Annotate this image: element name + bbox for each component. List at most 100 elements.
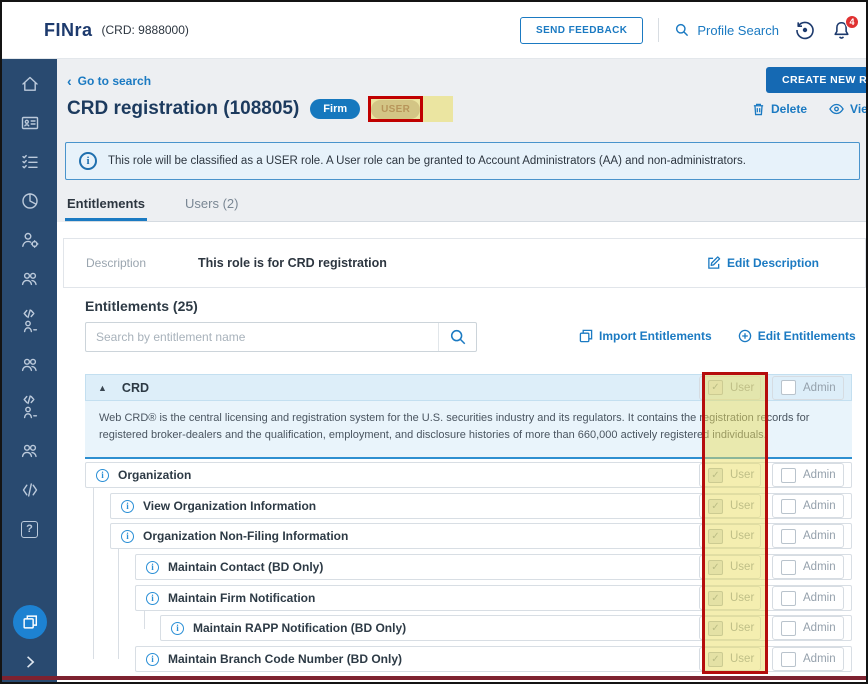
tab-users[interactable]: Users (2)	[183, 191, 240, 221]
user-checkbox-chip[interactable]: ✓ User	[699, 463, 761, 487]
admin-checkbox-chip[interactable]: Admin	[772, 463, 844, 487]
code-user-icon[interactable]	[19, 393, 41, 423]
user-checkbox-label: User	[730, 382, 754, 394]
entitlement-label: Organization	[118, 468, 191, 482]
chevron-left-icon: ‹	[67, 76, 72, 86]
banner-text: This role will be classified as a USER r…	[108, 155, 746, 167]
help-icon[interactable]: ?	[19, 518, 41, 540]
user-checkbox-chip[interactable]: ✓ User	[699, 555, 761, 579]
user-checkbox[interactable]: ✓	[708, 652, 723, 667]
sidebar-expand-chevron-icon[interactable]	[22, 654, 38, 670]
admin-checkbox-label: Admin	[803, 561, 836, 573]
admin-checkbox[interactable]	[781, 529, 796, 544]
user-checkbox-label: User	[730, 469, 754, 481]
admin-checkbox-label: Admin	[803, 382, 836, 394]
user-gear-icon[interactable]	[19, 229, 41, 251]
info-icon[interactable]: i	[146, 561, 159, 574]
info-icon[interactable]: i	[96, 469, 109, 482]
admin-checkbox[interactable]	[781, 468, 796, 483]
admin-checkbox[interactable]	[781, 499, 796, 514]
tab-entitlements[interactable]: Entitlements	[65, 191, 147, 221]
user-checkbox-chip[interactable]: ✓ User	[699, 376, 761, 400]
info-icon: i	[79, 152, 97, 170]
user-checkbox[interactable]: ✓	[708, 529, 723, 544]
user-checkbox-chip[interactable]: ✓ User	[699, 647, 761, 671]
app-window: FINra (CRD: 9888000) SEND FEEDBACK Profi…	[0, 0, 868, 684]
user-checkbox-label: User	[730, 530, 754, 542]
code-icon[interactable]	[19, 479, 41, 501]
user-checkbox[interactable]: ✓	[708, 621, 723, 636]
admin-checkbox-chip[interactable]: Admin	[772, 376, 844, 400]
import-entitlements-link[interactable]: Import Entitlements	[579, 329, 712, 343]
collapse-triangle-icon[interactable]: ▲	[98, 383, 107, 393]
code-user-icon[interactable]	[19, 307, 41, 337]
admin-checkbox[interactable]	[781, 621, 796, 636]
user-checkbox-chip[interactable]: ✓User	[699, 586, 761, 610]
info-icon[interactable]: i	[146, 592, 159, 605]
checklist-icon[interactable]	[19, 151, 41, 173]
users-icon[interactable]	[19, 440, 41, 462]
users-icon[interactable]	[19, 268, 41, 290]
crd-group-header[interactable]: ▲ CRD ✓ User Admin	[85, 374, 852, 401]
role-classification-banner: i This role will be classified as a USER…	[65, 142, 860, 180]
notification-count-badge: 4	[845, 15, 859, 29]
window-switcher-button[interactable]	[13, 605, 47, 639]
info-icon[interactable]: i	[121, 530, 134, 543]
entitlement-search-input[interactable]	[86, 323, 438, 351]
admin-checkbox-chip[interactable]: Admin	[772, 647, 844, 671]
user-checkbox[interactable]: ✓	[708, 380, 723, 395]
users-icon[interactable]	[19, 354, 41, 376]
tree-guide-line	[144, 611, 145, 629]
pie-chart-icon[interactable]	[19, 190, 41, 212]
left-nav-sidebar: ?	[2, 58, 57, 682]
admin-checkbox-chip[interactable]: Admin	[772, 586, 844, 610]
page-title: CRD registration (108805)	[67, 98, 299, 120]
user-checkbox[interactable]: ✓	[708, 468, 723, 483]
admin-checkbox-chip[interactable]: Admin	[772, 494, 844, 518]
user-checkbox-chip[interactable]: ✓ User	[699, 616, 761, 640]
view-assigned-accounts-link[interactable]: View Assigned Accounts	[829, 102, 866, 116]
entitlement-label: Maintain RAPP Notification (BD Only)	[193, 621, 406, 635]
sidebar-icon-list: ?	[2, 58, 57, 540]
entitlement-row: i Maintain Firm Notification ✓User Admin	[135, 585, 852, 611]
admin-checkbox-chip[interactable]: Admin	[772, 524, 844, 548]
user-checkbox-label: User	[730, 622, 754, 634]
user-checkbox-label: User	[730, 653, 754, 665]
group-description: Web CRD® is the central licensing and re…	[85, 401, 852, 459]
info-icon[interactable]: i	[121, 500, 134, 513]
group-name: CRD	[122, 381, 149, 395]
user-checkbox-label: User	[730, 561, 754, 573]
send-feedback-button[interactable]: SEND FEEDBACK	[520, 17, 643, 44]
user-badge-annotation-highlight: USER	[371, 99, 420, 119]
user-checkbox[interactable]: ✓	[708, 591, 723, 606]
user-checkbox[interactable]: ✓	[708, 499, 723, 514]
search-submit-button[interactable]	[438, 323, 476, 351]
admin-checkbox[interactable]	[781, 380, 796, 395]
tree-guide-line	[93, 488, 94, 659]
notifications-bell[interactable]: 4	[831, 20, 852, 41]
user-checkbox[interactable]: ✓	[708, 560, 723, 575]
admin-checkbox-chip[interactable]: Admin	[772, 555, 844, 579]
user-checkbox-chip[interactable]: ✓User	[699, 494, 761, 518]
admin-checkbox-label: Admin	[803, 469, 836, 481]
info-icon[interactable]: i	[146, 653, 159, 666]
admin-checkbox[interactable]	[781, 560, 796, 575]
admin-checkbox[interactable]	[781, 591, 796, 606]
home-icon[interactable]	[19, 73, 41, 95]
user-checkbox-chip[interactable]: ✓ User	[699, 524, 761, 548]
id-card-icon[interactable]	[19, 112, 41, 134]
admin-checkbox-chip[interactable]: Admin	[772, 616, 844, 640]
admin-checkbox[interactable]	[781, 652, 796, 667]
entitlement-label: Maintain Firm Notification	[168, 591, 315, 605]
edit-entitlements-link[interactable]: Edit Entitlements	[738, 329, 856, 343]
create-new-role-button[interactable]: CREATE NEW ROLE	[766, 67, 866, 93]
edit-description-link[interactable]: Edit Description	[707, 256, 819, 270]
entitlements-panel: Description This role is for CRD registr…	[57, 222, 866, 682]
recently-viewed-icon[interactable]	[794, 19, 816, 41]
eye-icon	[829, 103, 844, 115]
entitlements-heading: Entitlements (25)	[85, 298, 198, 314]
profile-search-link[interactable]: Profile Search	[674, 22, 779, 38]
go-to-search-link[interactable]: ‹ Go to search	[67, 74, 151, 88]
delete-role-link[interactable]: Delete	[752, 102, 807, 116]
info-icon[interactable]: i	[171, 622, 184, 635]
